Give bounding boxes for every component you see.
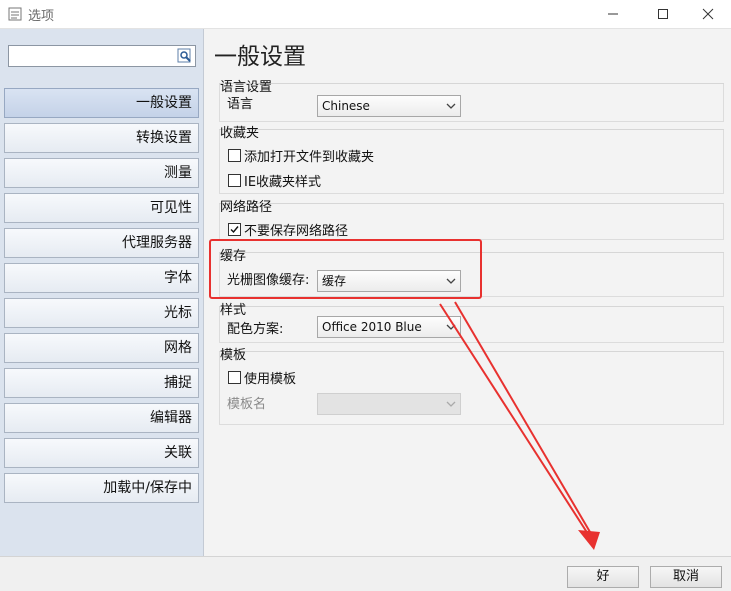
cancel-button[interactable]: 取消	[650, 566, 722, 588]
add-open-files-label: 添加打开文件到收藏夹	[244, 150, 375, 165]
sidebar-item-label: 代理服务器	[122, 235, 192, 251]
sidebar-item-label: 捕捉	[164, 375, 192, 391]
sidebar-item-general[interactable]: 一般设置	[4, 88, 199, 118]
chevron-down-icon	[446, 324, 456, 330]
sidebar-item-editor[interactable]: 编辑器	[4, 403, 199, 433]
sidebar-item-visibility[interactable]: 可见性	[4, 193, 199, 223]
sidebar-item-cursor[interactable]: 光标	[4, 298, 199, 328]
close-button[interactable]	[685, 0, 731, 28]
ok-button[interactable]: 好	[567, 566, 639, 588]
favorites-group: 收藏夹 添加打开文件到收藏夹 IE收藏夹样式	[219, 126, 724, 194]
ie-style-checkbox[interactable]	[228, 174, 241, 187]
template-name-label: 模板名	[227, 397, 267, 412]
minimize-button[interactable]	[590, 0, 636, 28]
language-label: 语言	[227, 97, 254, 112]
color-scheme-value: Office 2010 Blue	[322, 320, 422, 334]
checkmark-icon	[230, 226, 239, 234]
sidebar-item-conversion[interactable]: 转换设置	[4, 123, 199, 153]
style-group: 样式 配色方案: Office 2010 Blue	[219, 303, 724, 343]
chevron-down-icon	[446, 103, 456, 109]
maximize-button[interactable]	[640, 0, 686, 28]
chevron-down-icon	[446, 401, 456, 407]
sidebar-item-association[interactable]: 关联	[4, 438, 199, 468]
close-icon	[702, 8, 714, 20]
group-label: 模板	[220, 348, 247, 363]
sidebar-item-label: 可见性	[150, 200, 192, 216]
add-open-files-checkbox[interactable]	[228, 149, 241, 162]
dont-save-network-path-checkbox[interactable]	[228, 223, 241, 236]
sidebar-item-measure[interactable]: 测量	[4, 158, 199, 188]
app-icon	[8, 7, 22, 21]
language-select[interactable]: Chinese	[317, 95, 461, 117]
use-template-label: 使用模板	[244, 372, 297, 387]
group-label: 网络路径	[220, 200, 273, 215]
group-label: 收藏夹	[220, 126, 260, 141]
search-icon	[177, 48, 191, 63]
sidebar-item-label: 加载中/保存中	[103, 480, 192, 496]
search-input[interactable]	[11, 47, 175, 65]
sidebar-item-label: 字体	[164, 270, 192, 286]
window-title: 选项	[28, 9, 55, 24]
template-name-select[interactable]	[317, 393, 461, 415]
sidebar-item-label: 关联	[164, 445, 192, 461]
sidebar-item-snap[interactable]: 捕捉	[4, 368, 199, 398]
dont-save-network-path-label: 不要保存网络路径	[244, 224, 349, 239]
dialog-body: 一般设置 转换设置 测量 可见性 代理服务器 字体 光标 网格 捕捉 编辑器 关…	[0, 28, 731, 591]
sidebar-item-load-save[interactable]: 加载中/保存中	[4, 473, 199, 503]
group-label: 样式	[220, 303, 247, 318]
sidebar-item-proxy[interactable]: 代理服务器	[4, 228, 199, 258]
annotation-highlight-box	[209, 239, 482, 299]
dialog-footer: 好 取消	[0, 556, 731, 591]
sidebar-item-label: 编辑器	[150, 410, 192, 426]
sidebar-item-label: 转换设置	[136, 130, 192, 146]
maximize-icon	[658, 9, 668, 19]
search-box[interactable]	[8, 45, 196, 67]
page-title: 一般设置	[214, 44, 306, 70]
sidebar-item-grid[interactable]: 网格	[4, 333, 199, 363]
sidebar-item-label: 测量	[164, 165, 192, 181]
template-group: 模板 使用模板 模板名	[219, 348, 724, 425]
color-scheme-select[interactable]: Office 2010 Blue	[317, 316, 461, 338]
title-bar: 选项	[0, 0, 731, 28]
network-path-group: 网络路径 不要保存网络路径	[219, 200, 724, 240]
language-group: 语言设置 语言 Chinese	[219, 80, 724, 122]
sidebar-item-label: 网格	[164, 340, 192, 356]
sidebar-item-font[interactable]: 字体	[4, 263, 199, 293]
sidebar: 一般设置 转换设置 测量 可见性 代理服务器 字体 光标 网格 捕捉 编辑器 关…	[0, 29, 204, 556]
minimize-icon	[608, 13, 618, 15]
use-template-checkbox[interactable]	[228, 371, 241, 384]
color-scheme-label: 配色方案:	[227, 322, 284, 337]
ie-style-label: IE收藏夹样式	[244, 175, 322, 190]
sidebar-item-label: 一般设置	[136, 95, 192, 111]
language-value: Chinese	[322, 99, 370, 113]
search-button[interactable]	[176, 47, 194, 65]
sidebar-item-label: 光标	[164, 305, 192, 321]
